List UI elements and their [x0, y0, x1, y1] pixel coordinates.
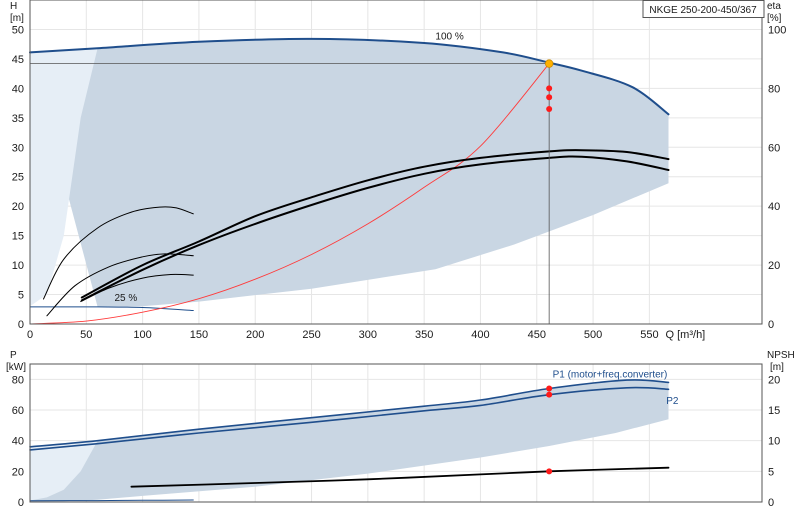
- power-npsh-y2-tick-label: 10: [768, 436, 780, 448]
- power-axis-label: P: [10, 350, 17, 361]
- power-npsh-y2-tick-label: 15: [768, 405, 780, 417]
- head-efficiency-x-tick-label: 250: [302, 329, 320, 341]
- head-efficiency-y-tick-label: 50: [12, 24, 24, 36]
- head-efficiency-y-tick-label: 45: [12, 54, 24, 66]
- head-efficiency-x-tick-label: 400: [471, 329, 489, 341]
- head-efficiency-y-tick-label: 5: [18, 290, 24, 302]
- eta-axis-label: eta: [767, 1, 781, 12]
- curve-speed-annotation: 100 %: [435, 31, 463, 42]
- head-efficiency-y2-tick-label: 0: [768, 319, 774, 331]
- power-npsh-y-tick-label: 0: [18, 497, 24, 509]
- npsh-axis-label: NPSH: [767, 350, 795, 361]
- head-efficiency-x-tick-label: 100: [133, 329, 151, 341]
- power-npsh-y-tick-label: 40: [12, 436, 24, 448]
- head-efficiency-y-tick-label: 40: [12, 83, 24, 95]
- head-efficiency-operating-point: [546, 105, 553, 112]
- model-name-label: NKGE 250-200-450/367: [649, 5, 757, 16]
- head-efficiency-operating-point: [544, 59, 554, 68]
- head-efficiency-x-tick-label: 0: [27, 329, 33, 341]
- head-efficiency-x-tick-label: 450: [528, 329, 546, 341]
- power-npsh-y-tick-label: 60: [12, 405, 24, 417]
- power-npsh-y2-tick-label: 20: [768, 374, 780, 386]
- head-efficiency-x-tick-label: 500: [584, 329, 602, 341]
- head-efficiency-operating-point: [546, 94, 553, 101]
- curve-speed-annotation: 25 %: [114, 293, 137, 304]
- head-efficiency-y-tick-label: 15: [12, 231, 24, 243]
- head-efficiency-x-tick-label: 200: [246, 329, 264, 341]
- x-axis-label: Q [m³/h]: [666, 329, 706, 341]
- head-efficiency-y2-tick-label: 20: [768, 260, 780, 272]
- power-npsh-operating-point: [546, 385, 553, 392]
- head-efficiency-y2-tick-label: 100: [768, 24, 786, 36]
- head-efficiency-operating-point: [546, 85, 553, 92]
- head-axis-label: H: [10, 1, 17, 12]
- head-efficiency-y-tick-label: 0: [18, 319, 24, 331]
- head-efficiency-y-tick-label: 30: [12, 142, 24, 154]
- pump-curve-svg: 0510152025303540455002040608010002040608…: [6, 0, 795, 509]
- power-npsh-y-tick-label: 80: [12, 374, 24, 386]
- npsh-axis-unit: [m]: [770, 362, 784, 373]
- power-npsh-y2-tick-label: 0: [768, 497, 774, 509]
- pump-performance-chart: 0 5 10 15 20 25 30 35 40 45 50 0 20 40 60 80 100 0 20 40 60 8…: [0, 0, 800, 520]
- power-npsh-y2-tick-label: 5: [768, 466, 774, 478]
- head-efficiency-y-tick-label: 25: [12, 172, 24, 184]
- head-efficiency-y2-tick-label: 80: [768, 83, 780, 95]
- eta-axis-unit: [%]: [767, 13, 782, 24]
- head-efficiency-y-tick-label: 20: [12, 201, 24, 213]
- head-efficiency-x-tick-label: 550: [640, 329, 658, 341]
- head-efficiency-y-tick-label: 10: [12, 260, 24, 272]
- head-efficiency-x-tick-label: 50: [80, 329, 92, 341]
- power-npsh-operating-point: [546, 391, 553, 398]
- head-efficiency-x-tick-label: 350: [415, 329, 433, 341]
- head-efficiency-x-tick-label: 150: [190, 329, 208, 341]
- power-npsh-y-tick-label: 20: [12, 466, 24, 478]
- power-axis-unit: [kW]: [6, 362, 26, 373]
- head-efficiency-x-tick-label: 300: [359, 329, 377, 341]
- p1-series-label: P1 (motor+freq.converter): [553, 370, 668, 381]
- p2-series-label: P2: [666, 396, 679, 407]
- head-efficiency-y2-tick-label: 40: [768, 201, 780, 213]
- head-axis-unit: [m]: [10, 13, 24, 24]
- power-npsh-operating-point: [546, 468, 553, 475]
- head-efficiency-y-tick-label: 35: [12, 113, 24, 125]
- head-efficiency-y2-tick-label: 60: [768, 142, 780, 154]
